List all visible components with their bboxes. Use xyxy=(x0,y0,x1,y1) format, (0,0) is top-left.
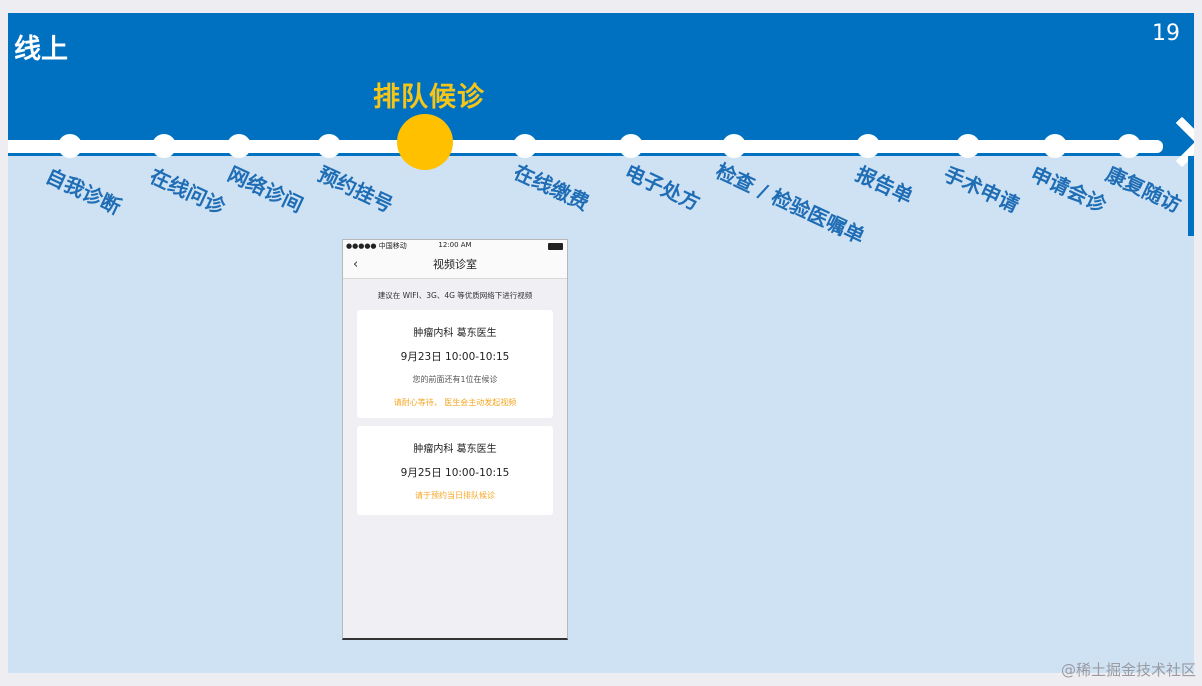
timeline-node xyxy=(856,134,880,158)
network-hint: 建议在 WIFI、3G、4G 等优质网络下进行视频 xyxy=(377,291,533,300)
step-label: 在线缴费 xyxy=(510,159,593,216)
nav-title: 视频诊室 xyxy=(433,258,477,271)
status-bar: ●●●●● 中国移动 12:00 AM xyxy=(343,240,567,252)
timeline-bar xyxy=(8,140,1163,153)
timeline-node-active xyxy=(397,114,453,170)
battery-icon xyxy=(548,243,563,250)
step-label: 报告单 xyxy=(852,161,917,209)
slide-title: 线上 xyxy=(14,34,68,65)
timeline-node xyxy=(619,134,643,158)
timeline-node xyxy=(317,134,341,158)
back-icon[interactable]: ‹ xyxy=(353,252,358,278)
step-label: 康复随访 xyxy=(1102,161,1185,218)
step-label: 检查 / 检验医嘱单 xyxy=(712,158,869,249)
queue-status: 您的前面还有1位在候诊 xyxy=(412,375,498,384)
appointment-card[interactable]: 肿瘤内科 葛东医生 9月25日 10:00-10:15 请于预约当日排队候诊 xyxy=(357,426,553,515)
step-label: 电子处方 xyxy=(621,159,704,216)
timeline-node xyxy=(1043,134,1067,158)
step-label: 在线问诊 xyxy=(146,163,229,220)
timeline-node xyxy=(956,134,980,158)
nav-bar: ‹ 视频诊室 xyxy=(343,252,567,279)
appointment-card[interactable]: 肿瘤内科 葛东医生 9月23日 10:00-10:15 您的前面还有1位在候诊 … xyxy=(357,310,553,418)
timeline-node xyxy=(227,134,251,158)
step-label: 自我诊断 xyxy=(42,163,125,220)
phone-mockup: ●●●●● 中国移动 12:00 AM ‹ 视频诊室 建议在 WIFI、3G、4… xyxy=(342,239,568,640)
current-step-title: 排队候诊 xyxy=(373,82,485,113)
timeline-node xyxy=(1117,134,1141,158)
step-label: 申请会诊 xyxy=(1027,161,1110,218)
watermark: @稀土掘金技术社区 xyxy=(1060,661,1196,679)
slide-header: 线上 19 排队候诊 xyxy=(8,13,1194,156)
appointment-time: 9月23日 10:00-10:15 xyxy=(400,351,510,363)
scrollbar[interactable] xyxy=(1188,156,1194,236)
doctor-name: 肿瘤内科 葛东医生 xyxy=(413,444,497,455)
timeline-node xyxy=(513,134,537,158)
timeline-node xyxy=(722,134,746,158)
slide: 线上 19 排队候诊 自我诊断 在线问诊 网络诊间 预约挂号 在线缴费 电子处方… xyxy=(8,13,1194,673)
page-number: 19 xyxy=(1152,21,1180,46)
step-label: 网络诊间 xyxy=(224,161,307,218)
appointment-time: 9月25日 10:00-10:15 xyxy=(400,467,510,479)
timeline-node xyxy=(58,134,82,158)
queue-notice: 请于预约当日排队候诊 xyxy=(415,491,495,500)
wait-notice: 请耐心等待， 医生会主动发起视频 xyxy=(393,398,517,407)
step-label: 手术申请 xyxy=(940,161,1023,218)
timeline-node xyxy=(152,134,176,158)
doctor-name: 肿瘤内科 葛东医生 xyxy=(413,328,497,339)
step-label: 预约挂号 xyxy=(314,161,397,218)
status-time: 12:00 AM xyxy=(438,241,472,249)
